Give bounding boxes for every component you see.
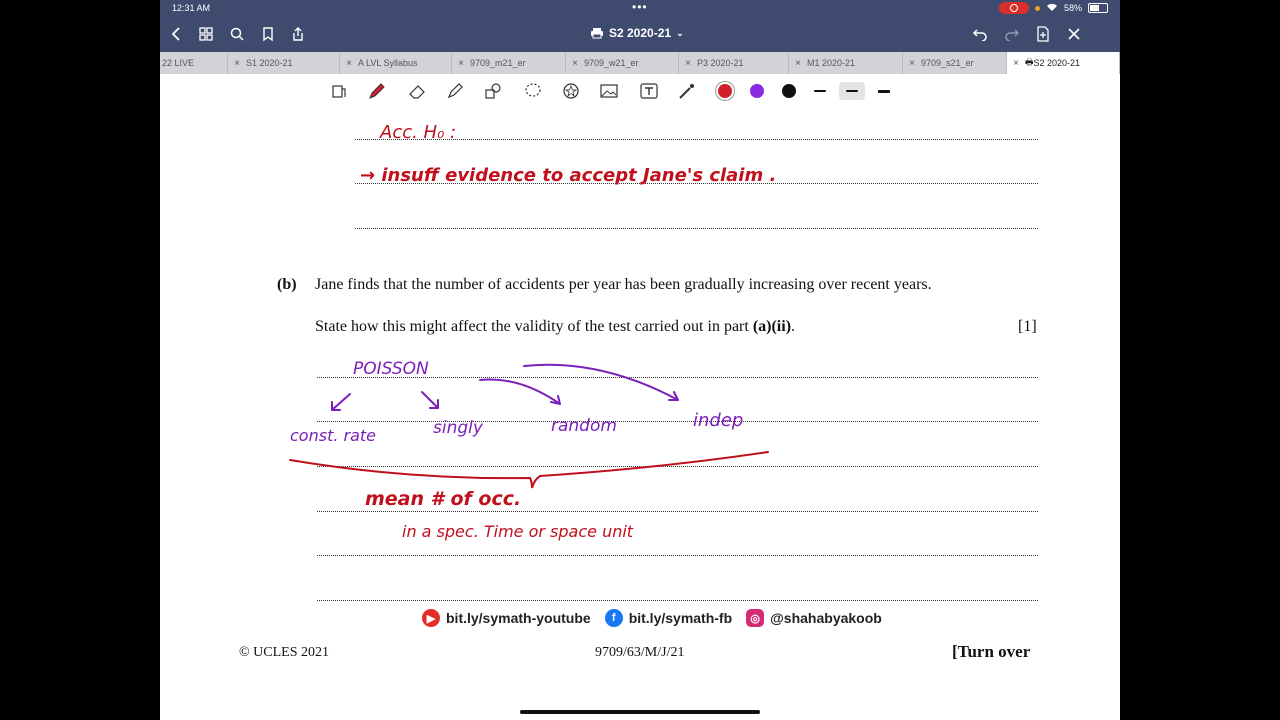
eraser-icon[interactable] — [406, 80, 428, 102]
tab-bar: 22 LIVE × S1 2020-21 × A LVL Syllabus × 9709_m… — [160, 52, 1120, 74]
dot-indicator-icon — [1034, 5, 1040, 11]
youtube-icon: ▶ — [422, 609, 440, 627]
laser-pointer-icon[interactable] — [676, 80, 698, 102]
share-icon[interactable] — [288, 24, 308, 44]
color-swatch[interactable] — [718, 84, 732, 98]
tab-label: P3 2020-21 — [697, 58, 744, 68]
tab-label: S2 2020-21 — [1033, 58, 1081, 68]
tab-label: A LVL Syllabus — [358, 58, 418, 68]
handwritten-strokes — [289, 363, 769, 489]
tab-label: 22 LIVE — [162, 58, 195, 68]
multitasking-dots[interactable]: ••• — [632, 0, 648, 14]
grid-view-icon[interactable] — [196, 24, 216, 44]
close-tab-icon[interactable]: × — [679, 58, 697, 69]
color-swatch[interactable] — [750, 84, 764, 98]
highlighter-icon[interactable] — [444, 80, 466, 102]
image-icon[interactable] — [598, 80, 620, 102]
color-swatch[interactable] — [782, 84, 796, 98]
tab-label: 9709_s21_er — [921, 58, 974, 68]
search-icon[interactable] — [227, 24, 247, 44]
close-icon[interactable] — [1064, 24, 1084, 44]
tab-9709-s21-er[interactable]: × 9709_s21_er — [903, 52, 1007, 74]
footer-paper-code: 9709/63/M/J/21 — [595, 645, 685, 660]
facebook-link[interactable]: bit.ly/symath-fb — [629, 610, 732, 626]
tab-a-lvl-syllabus[interactable]: × A LVL Syllabus — [340, 52, 452, 74]
bookmark-icon[interactable] — [258, 24, 278, 44]
tab-label: M1 2020-21 — [807, 58, 856, 68]
pen-tool-icon[interactable] — [366, 80, 388, 102]
tab-s1-2020-21[interactable]: × S1 2020-21 — [228, 52, 340, 74]
screen-recording-icon[interactable] — [998, 2, 1029, 14]
close-tab-icon[interactable]: × — [789, 58, 807, 69]
tab-9709-m21-er[interactable]: × 9709_m21_er — [452, 52, 566, 74]
lasso-icon[interactable] — [522, 80, 544, 102]
status-indicators: 58% — [998, 2, 1108, 14]
sticker-icon[interactable] — [560, 80, 582, 102]
undo-icon[interactable] — [970, 24, 990, 44]
add-page-icon[interactable] — [1033, 24, 1053, 44]
youtube-link[interactable]: bit.ly/symath-youtube — [446, 610, 591, 626]
battery-percentage: 58% — [1063, 3, 1082, 13]
home-indicator[interactable] — [520, 710, 760, 714]
tab-9709-w21-er[interactable]: × 9709_w21_er — [566, 52, 679, 74]
printer-icon: 🖶 — [1025, 57, 1034, 67]
document-title[interactable]: S2 2020-21 ⌄ — [590, 26, 684, 40]
tab-label: 9709_w21_er — [584, 58, 639, 68]
medium-stroke-option[interactable] — [839, 82, 865, 100]
app-screen: 12:31 AM ••• 58% S2 2020-21 ⌄ 22 LIVE × … — [160, 0, 1120, 720]
thin-stroke-option[interactable] — [807, 82, 833, 100]
instagram-handle[interactable]: @shahabyakoob — [770, 610, 882, 626]
close-tab-icon[interactable]: × — [566, 58, 584, 69]
redo-icon[interactable] — [1002, 24, 1022, 44]
annotation-toolbar — [160, 74, 1120, 109]
document-page[interactable]: Acc. H₀ : → insuff evidence to accept Ja… — [160, 108, 1120, 720]
close-tab-icon[interactable]: × — [340, 58, 358, 69]
title-bar: 12:31 AM ••• 58% S2 2020-21 ⌄ — [160, 0, 1120, 52]
wifi-icon — [1046, 3, 1058, 14]
thick-stroke-option[interactable] — [871, 82, 897, 100]
shapes-icon[interactable] — [482, 80, 504, 102]
tab-22-live[interactable]: 22 LIVE — [160, 52, 228, 74]
status-time: 12:31 AM — [172, 3, 211, 13]
document-title-text: S2 2020-21 — [609, 26, 672, 40]
footer-copyright: © UCLES 2021 — [239, 645, 329, 660]
tab-s2-2020-21[interactable]: × 🖶 S2 2020-21 — [1007, 52, 1120, 74]
text-box-icon[interactable] — [638, 80, 660, 102]
printer-icon — [591, 28, 603, 39]
close-tab-icon[interactable]: × — [228, 58, 246, 69]
read-mode-icon[interactable] — [328, 80, 350, 102]
footer-turn-over: [Turn over — [952, 642, 1031, 661]
close-tab-icon[interactable]: × — [452, 58, 470, 69]
battery-icon — [1088, 3, 1108, 13]
handwritten-note: mean # of occ. — [365, 488, 522, 510]
instagram-icon: ◎ — [746, 609, 765, 627]
close-tab-icon[interactable]: × — [1007, 58, 1025, 69]
tab-p3-2020-21[interactable]: × P3 2020-21 — [679, 52, 789, 74]
tab-label: S1 2020-21 — [246, 58, 293, 68]
handwritten-note: in a spec. Time or space unit — [402, 522, 634, 541]
close-tab-icon[interactable]: × — [903, 58, 921, 69]
chevron-down-icon: ⌄ — [676, 27, 684, 38]
facebook-icon: f — [604, 609, 623, 627]
back-icon[interactable] — [166, 24, 186, 44]
social-links: ▶ bit.ly/symath-youtube f bit.ly/symath-… — [422, 608, 882, 628]
tab-m1-2020-21[interactable]: × M1 2020-21 — [789, 52, 903, 74]
tab-label: 9709_m21_er — [470, 58, 526, 68]
